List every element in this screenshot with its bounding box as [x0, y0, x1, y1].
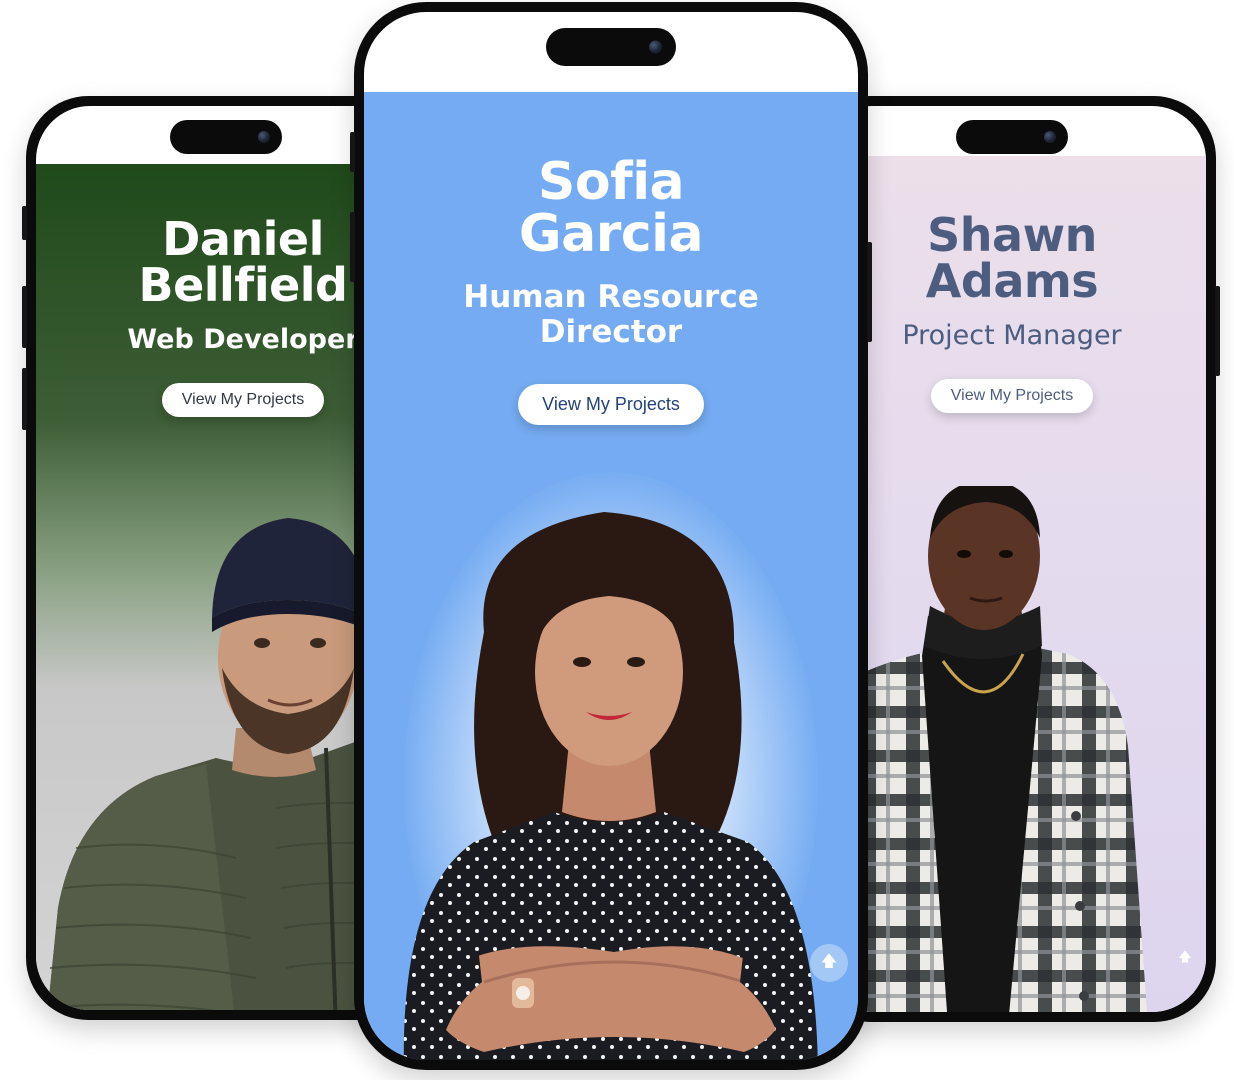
profile-role: Project Manager — [902, 320, 1122, 351]
hero-text: Shawn Adams Project Manager View My Proj… — [818, 212, 1206, 413]
phone-center-screen: Sofia Garcia Human Resource Director Vie… — [364, 12, 858, 1060]
mockup-stage: Daniel Bellfield Web Developer View My P… — [0, 0, 1234, 1080]
phone-right-side-button — [1215, 286, 1220, 376]
hero-section: Sofia Garcia Human Resource Director Vie… — [364, 92, 858, 1060]
camera-icon — [649, 40, 662, 54]
scroll-to-top-button[interactable]: 🡅 — [810, 944, 848, 982]
phone-left-side-button-1 — [22, 206, 27, 240]
scroll-to-top-button[interactable]: 🡅 — [1174, 948, 1196, 970]
camera-icon — [258, 131, 270, 143]
dynamic-island — [170, 120, 282, 154]
arrow-up-icon: 🡅 — [1178, 950, 1192, 965]
profile-last-name: Garcia — [518, 204, 704, 264]
dynamic-island — [956, 120, 1068, 154]
profile-role-line-2: Director — [539, 314, 683, 350]
hero-section: Shawn Adams Project Manager View My Proj… — [818, 156, 1206, 1012]
phone-center: Sofia Garcia Human Resource Director Vie… — [350, 2, 872, 1070]
view-projects-button[interactable]: View My Projects — [161, 383, 325, 417]
profile-portrait — [818, 486, 1147, 1012]
profile-portrait — [403, 512, 818, 1060]
view-projects-button[interactable]: View My Projects — [518, 384, 704, 425]
profile-first-name: Shawn — [927, 208, 1097, 262]
profile-last-name: Adams — [925, 254, 1099, 308]
phone-right: Shawn Adams Project Manager View My Proj… — [808, 96, 1220, 1022]
profile-role-line-1: Human Resource — [463, 279, 759, 315]
camera-icon — [1044, 131, 1056, 143]
phone-right-screen: Shawn Adams Project Manager View My Proj… — [818, 106, 1206, 1012]
view-projects-button[interactable]: View My Projects — [930, 379, 1094, 413]
arrow-up-icon: 🡅 — [820, 950, 838, 970]
phone-center-side-button-2 — [350, 212, 355, 282]
profile-first-name: Sofia — [537, 152, 685, 212]
dynamic-island — [546, 28, 676, 66]
phone-center-side-button-1 — [350, 132, 355, 172]
phone-left-side-button-2 — [22, 286, 27, 348]
phone-center-side-button-3 — [867, 242, 872, 342]
hero-text: Sofia Garcia Human Resource Director Vie… — [364, 156, 858, 425]
phone-left-side-button-3 — [22, 368, 27, 430]
